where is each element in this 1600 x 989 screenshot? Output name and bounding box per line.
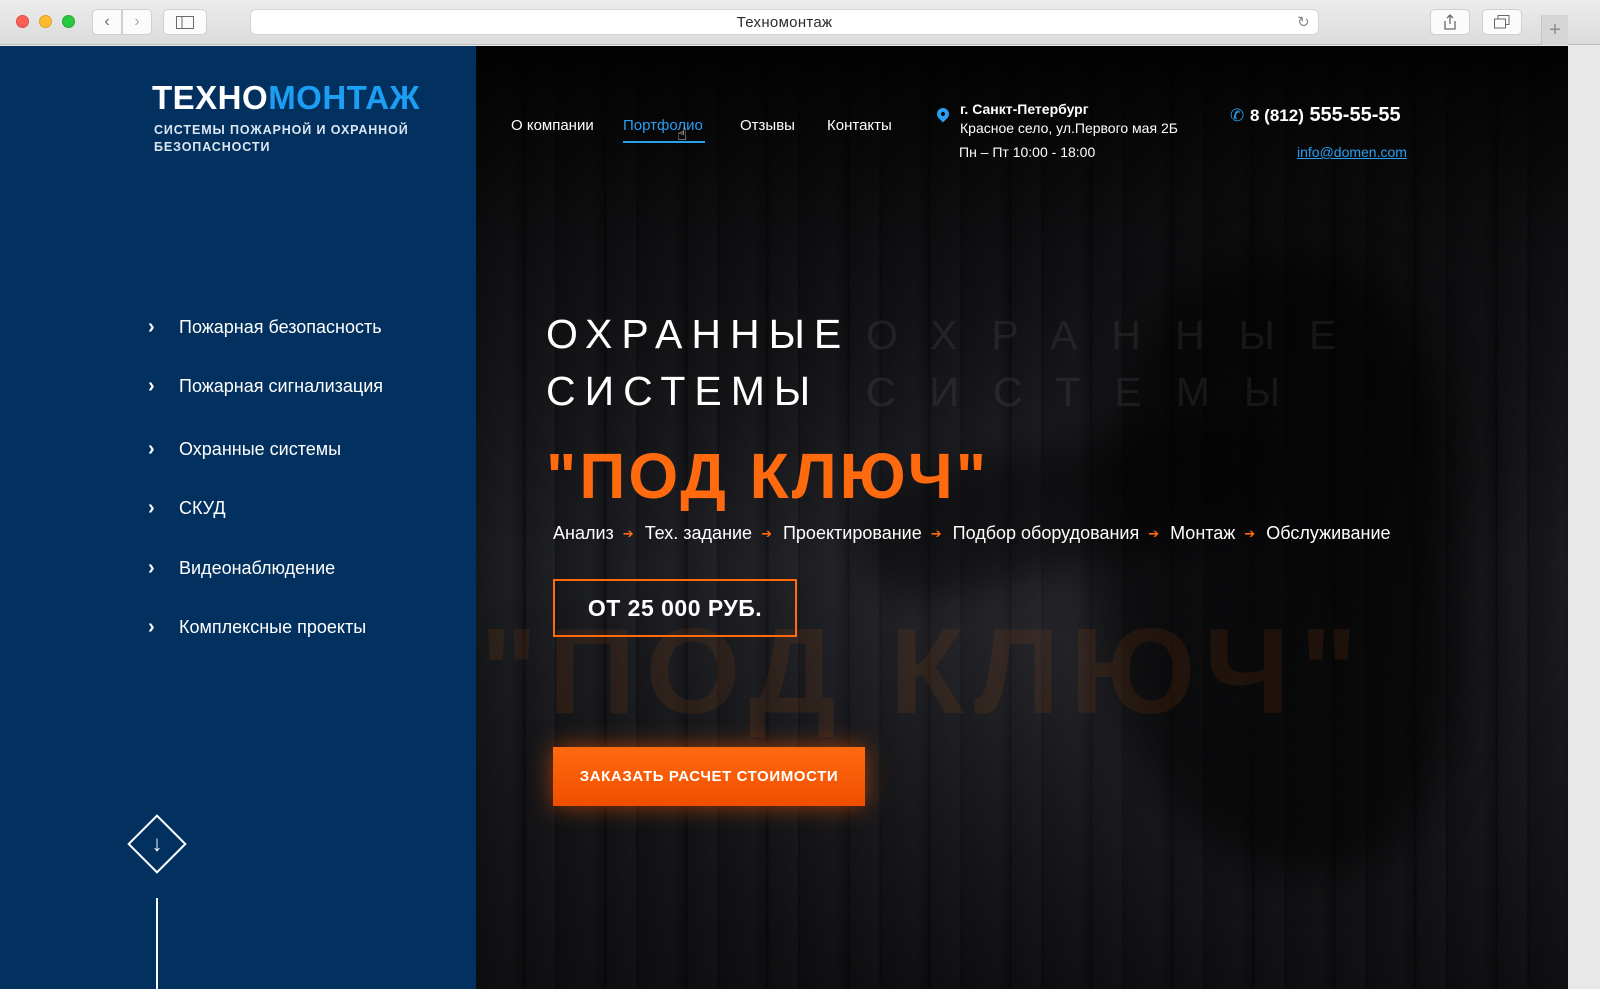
step-equipment: Подбор оборудования: [952, 523, 1140, 543]
headline-ghost-line2: СИСТЕМЫ: [866, 369, 1315, 415]
scroll-indicator-line: [156, 898, 158, 989]
page-title: Техномонтаж: [736, 13, 833, 31]
sidebar-toggle-button[interactable]: [163, 9, 207, 35]
headline-ghost-line1: ОХРАННЫЕ: [866, 312, 1371, 358]
active-nav-underline: [623, 141, 705, 143]
step-spec: Тех. задание: [644, 523, 753, 543]
sidebar: ТЕХНОМОНТАЖ СИСТЕМЫ ПОЖАРНОЙ И ОХРАННОЙ …: [0, 46, 476, 989]
nav-link-reviews[interactable]: Отзывы: [740, 117, 795, 134]
sidebar-item-access-control[interactable]: › СКУД: [148, 497, 226, 520]
sidebar-item-video-surveillance[interactable]: › Видеонаблюдение: [148, 557, 335, 580]
nav-link-about[interactable]: О компании: [511, 117, 594, 134]
hero-background: [476, 46, 1568, 989]
arrow-down-icon: ↓: [151, 831, 163, 856]
back-button[interactable]: ‹: [92, 9, 122, 35]
phone-icon: ✆: [1230, 106, 1245, 125]
arrow-right-icon: ➔: [761, 525, 772, 541]
address-city: г. Санкт-Петербург: [960, 101, 1089, 117]
web-page: ТЕХНОМОНТАЖ СИСТЕМЫ ПОЖАРНОЙ И ОХРАННОЙ …: [0, 46, 1568, 989]
forward-button[interactable]: ›: [122, 9, 152, 35]
chevron-right-icon: ›: [148, 438, 155, 460]
step-analysis: Анализ: [553, 523, 614, 543]
chevron-right-icon: ›: [148, 557, 155, 579]
logo[interactable]: ТЕХНОМОНТАЖ СИСТЕМЫ ПОЖАРНОЙ И ОХРАННОЙ …: [152, 80, 420, 156]
sidebar-item-security-systems[interactable]: › Охранные системы: [148, 438, 341, 461]
turnkey-heading: "ПОД КЛЮЧ": [546, 440, 990, 512]
nav-link-contacts[interactable]: Контакты: [827, 117, 892, 134]
new-tab-button[interactable]: +: [1541, 15, 1568, 45]
chevron-right-icon: ›: [148, 497, 155, 519]
logo-tagline: СИСТЕМЫ ПОЖАРНОЙ И ОХРАННОЙ БЕЗОПАСНОСТИ: [154, 123, 409, 154]
zoom-window-button[interactable]: [62, 15, 75, 28]
process-steps: Анализ ➔ Тех. задание ➔ Проектирование ➔…: [553, 523, 1391, 544]
reload-icon[interactable]: ↻: [1297, 13, 1310, 31]
email-link[interactable]: info@domen.com: [1297, 144, 1407, 160]
tabs-icon: [1494, 15, 1510, 29]
sidebar-item-fire-safety[interactable]: › Пожарная безопасность: [148, 316, 382, 339]
address-bar[interactable]: Техномонтаж ↻: [250, 9, 1319, 35]
chevron-right-icon: ›: [134, 13, 140, 30]
address-street: Красное село, ул.Первого мая 2Б: [960, 120, 1178, 136]
chevron-left-icon: ‹: [104, 13, 110, 30]
logo-wordmark: ТЕХНОМОНТАЖ: [152, 79, 420, 116]
plus-icon: +: [1549, 18, 1561, 41]
share-button[interactable]: [1430, 9, 1470, 35]
chevron-right-icon: ›: [148, 375, 155, 397]
sidebar-item-complex-projects[interactable]: › Комплексные проекты: [148, 616, 366, 639]
tab-overview-button[interactable]: [1482, 9, 1522, 35]
working-hours: Пн – Пт 10:00 - 18:00: [959, 144, 1096, 160]
headline-line2: СИСТЕМЫ: [546, 368, 820, 414]
arrow-right-icon: ➔: [1148, 525, 1160, 541]
headline-line1: ОХРАННЫЕ: [546, 311, 851, 357]
price-text: ОТ 25 000 РУБ.: [587, 594, 763, 621]
step-design: Проектирование: [782, 523, 922, 543]
price-badge: ОТ 25 000 РУБ.: [553, 579, 797, 637]
sidebar-item-fire-alarm[interactable]: › Пожарная сигнализация: [148, 375, 383, 398]
hand-cursor-icon: ☝: [677, 125, 688, 144]
step-maintenance: Обслуживание: [1266, 523, 1391, 543]
arrow-right-icon: ➔: [622, 525, 634, 541]
chevron-right-icon: ›: [148, 316, 155, 338]
order-estimate-button[interactable]: ЗАКАЗАТЬ РАСЧЕТ СТОИМОСТИ: [553, 747, 865, 806]
close-window-button[interactable]: [16, 15, 29, 28]
browser-toolbar: ‹ › Техномонтаж ↻ +: [0, 0, 1600, 45]
sidebar-icon: [176, 15, 194, 29]
share-icon: [1444, 14, 1456, 30]
nav-link-portfolio[interactable]: Портфолио: [623, 117, 703, 134]
minimize-window-button[interactable]: [39, 15, 52, 28]
step-installation: Монтаж: [1170, 523, 1236, 543]
phone-link[interactable]: 8 (812) 555-55-55: [1250, 104, 1401, 127]
arrow-right-icon: ➔: [930, 525, 942, 541]
arrow-right-icon: ➔: [1244, 525, 1256, 541]
chevron-right-icon: ›: [148, 616, 155, 638]
